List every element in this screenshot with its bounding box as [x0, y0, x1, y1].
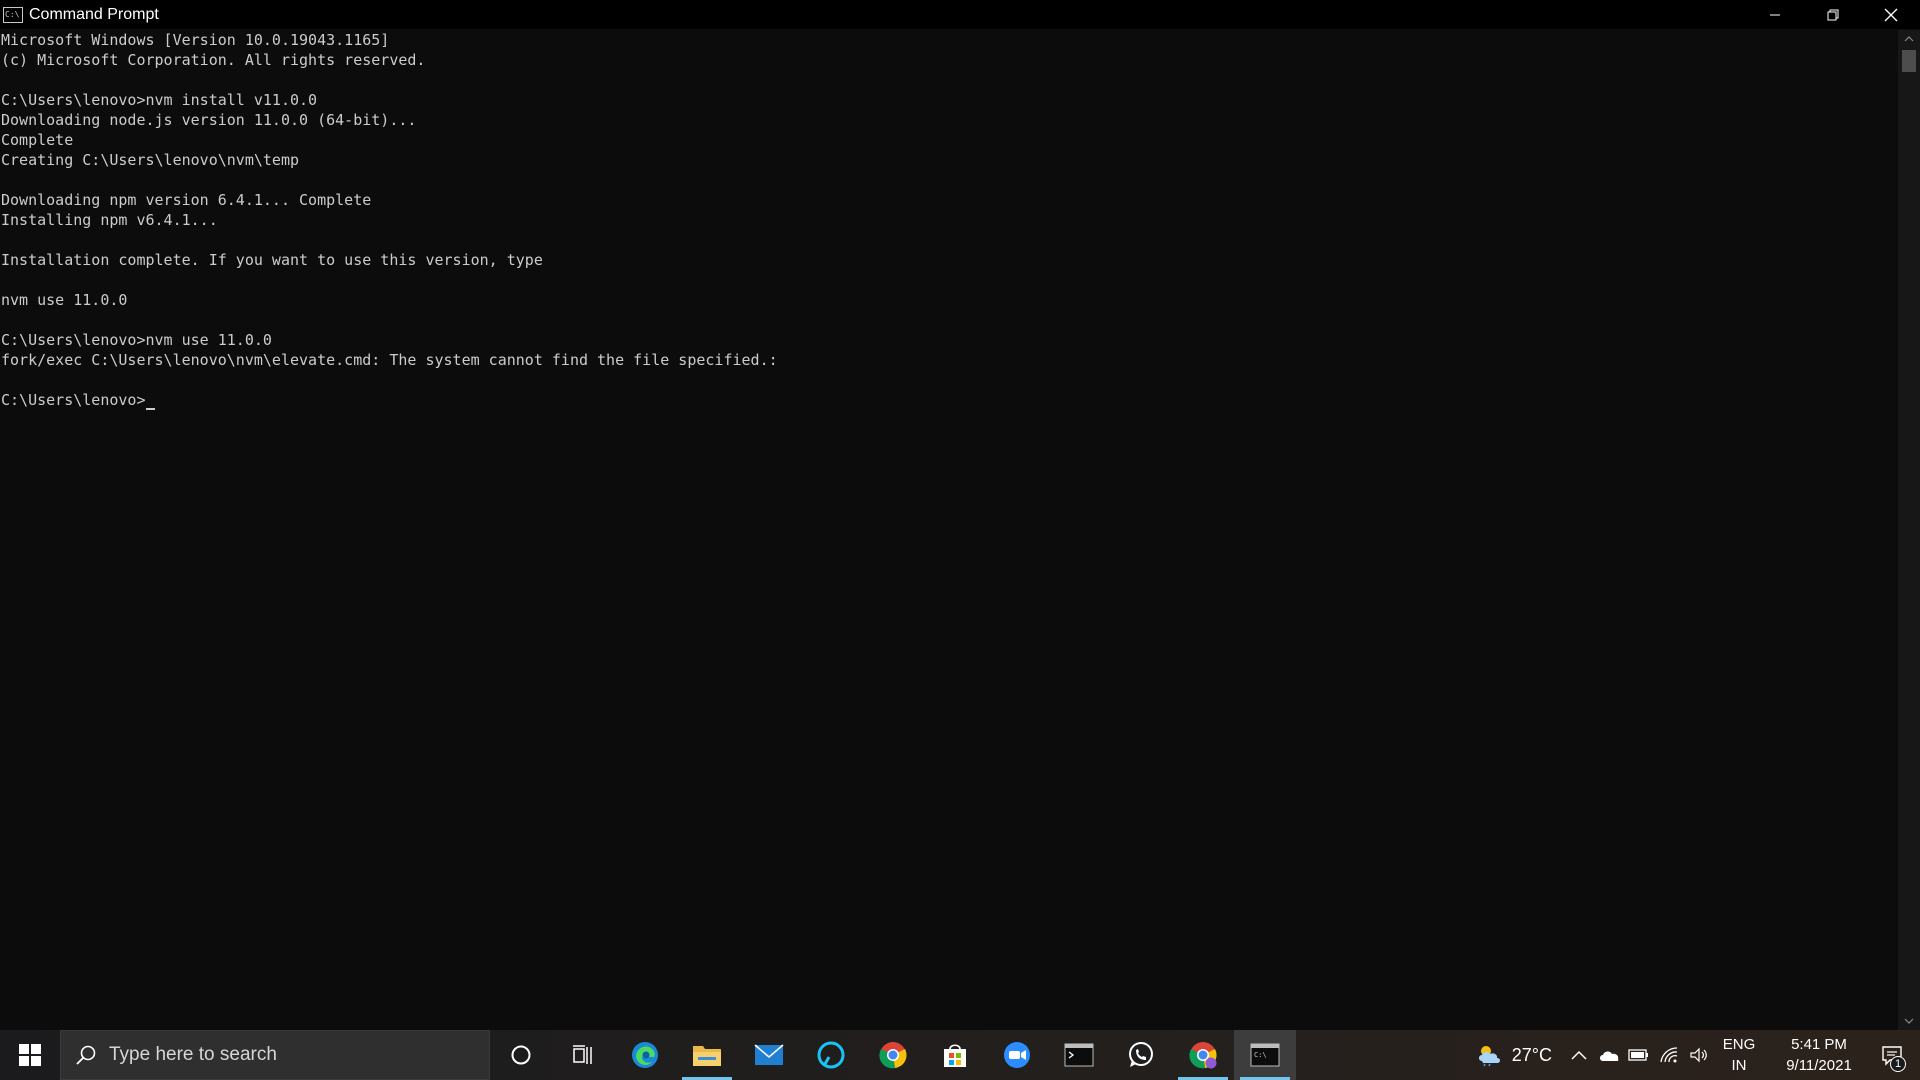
whatsapp-icon: [1129, 1042, 1153, 1067]
window-controls: [1746, 0, 1920, 29]
taskbar-apps: C:\: [490, 1030, 1296, 1080]
taskbar-cortana-button[interactable]: [490, 1030, 552, 1080]
window-title: Command Prompt: [29, 5, 159, 23]
command-prompt-window[interactable]: C:\ Command Prompt Microsoft Windows [Ve…: [0, 0, 1920, 1030]
cortana-circle-icon: [511, 1045, 531, 1065]
zoom-icon: [1004, 1042, 1030, 1068]
taskbar-edge-button[interactable]: [614, 1030, 676, 1080]
terminal-icon: [1064, 1043, 1094, 1067]
weather-temperature: 27°C: [1511, 1044, 1552, 1065]
notification-count-badge: 1: [1890, 1056, 1906, 1072]
onedrive-cloud-icon: [1600, 1051, 1619, 1061]
taskbar-alexa-button[interactable]: [800, 1030, 862, 1080]
taskbar-chrome-button[interactable]: [862, 1030, 924, 1080]
scroll-down-button[interactable]: [1898, 1012, 1920, 1030]
wifi-icon: [1660, 1047, 1678, 1063]
taskbar-zoom-button[interactable]: [986, 1030, 1048, 1080]
volume-button[interactable]: [1684, 1030, 1714, 1080]
chrome-profile-icon: [1189, 1042, 1217, 1069]
region-code: IN: [1731, 1057, 1747, 1074]
battery-charging-icon: [1628, 1049, 1648, 1061]
taskbar-command-prompt-button[interactable]: C:\: [1234, 1030, 1296, 1080]
taskbar: Type here to search C:\ 27°C ENG IN 5:41…: [0, 1030, 1920, 1080]
system-tray: 27°C ENG IN 5:41 PM 9/11/2021 1: [1476, 1030, 1920, 1080]
minimize-icon: [1770, 14, 1780, 15]
title-bar[interactable]: C:\ Command Prompt: [0, 0, 1920, 29]
console-line: (c) Microsoft Corporation. All rights re…: [1, 51, 426, 69]
input-language-button[interactable]: ENG IN: [1714, 1034, 1764, 1076]
alexa-icon: [817, 1041, 845, 1069]
clock-date: 9/11/2021: [1786, 1057, 1852, 1074]
task-view-icon: [573, 1045, 592, 1064]
chrome-icon: [879, 1042, 907, 1069]
folder-icon: [693, 1046, 721, 1066]
console-output[interactable]: Microsoft Windows [Version 10.0.19043.11…: [0, 30, 1898, 1030]
clock-button[interactable]: 5:41 PM 9/11/2021: [1774, 1034, 1864, 1076]
notification-center-button[interactable]: 1: [1864, 1030, 1920, 1080]
taskbar-task-view-button[interactable]: [552, 1030, 614, 1080]
edge-icon: [632, 1042, 658, 1068]
search-placeholder: Type here to search: [109, 1044, 277, 1065]
close-button[interactable]: [1862, 0, 1920, 29]
taskbar-terminal-button[interactable]: [1048, 1030, 1110, 1080]
minimize-button[interactable]: [1746, 0, 1804, 29]
vertical-scrollbar[interactable]: [1898, 30, 1920, 1030]
command-prompt-icon: C:\: [1250, 1043, 1280, 1067]
clock-time: 5:41 PM: [1791, 1036, 1847, 1053]
chevron-down-icon: [1904, 1018, 1914, 1024]
show-hidden-icons-button[interactable]: [1564, 1030, 1594, 1080]
console-line: nvm use 11.0.0: [1, 291, 128, 309]
onedrive-button[interactable]: [1594, 1030, 1624, 1080]
taskbar-chrome-profile-button[interactable]: [1172, 1030, 1234, 1080]
battery-button[interactable]: [1624, 1030, 1654, 1080]
mail-icon: [754, 1044, 784, 1065]
start-button[interactable]: [0, 1030, 60, 1080]
close-icon: [1884, 8, 1898, 21]
weather-cloud-rain-icon: [1478, 1046, 1500, 1067]
console-line: Downloading npm version 6.4.1... Complet…: [1, 191, 372, 209]
console-line: fork/exec C:\Users\lenovo\nvm\elevate.cm…: [1, 351, 778, 369]
console-line: C:\Users\lenovo>nvm install v11.0.0: [1, 91, 318, 109]
command-prompt-app-icon: C:\: [3, 6, 23, 23]
taskbar-whatsapp-button[interactable]: [1110, 1030, 1172, 1080]
chevron-up-icon: [1571, 1050, 1587, 1060]
network-button[interactable]: [1654, 1030, 1684, 1080]
console-line: Microsoft Windows [Version 10.0.19043.11…: [1, 31, 390, 49]
console-line: Installation complete. If you want to us…: [1, 251, 543, 269]
language-code: ENG: [1722, 1036, 1756, 1053]
weather-widget[interactable]: 27°C: [1476, 1043, 1552, 1067]
taskbar-mail-button[interactable]: [738, 1030, 800, 1080]
windows-logo-icon: [19, 1044, 41, 1066]
store-icon: [944, 1044, 966, 1067]
svg-text:C:\: C:\: [1254, 1051, 1267, 1059]
chevron-up-icon: [1904, 36, 1914, 42]
console-line: C:\Users\lenovo>: [1, 390, 1898, 410]
scrollbar-thumb[interactable]: [1902, 50, 1916, 72]
console-line: Installing npm v6.4.1...: [1, 211, 218, 229]
taskbar-file-explorer-button[interactable]: [676, 1030, 738, 1080]
scroll-up-button[interactable]: [1898, 30, 1920, 48]
speaker-icon: [1690, 1047, 1707, 1063]
search-icon: [76, 1045, 96, 1065]
console-line: Complete: [1, 131, 74, 149]
taskbar-store-button[interactable]: [924, 1030, 986, 1080]
console-line: Creating C:\Users\lenovo\nvm\temp: [1, 151, 300, 169]
restore-icon: [1827, 9, 1839, 20]
restore-button[interactable]: [1804, 0, 1862, 29]
taskbar-search-box[interactable]: Type here to search: [60, 1030, 490, 1080]
console-line: C:\Users\lenovo>nvm use 11.0.0: [1, 331, 272, 349]
text-cursor: [145, 408, 155, 410]
console-line: Downloading node.js version 11.0.0 (64-b…: [1, 111, 417, 129]
